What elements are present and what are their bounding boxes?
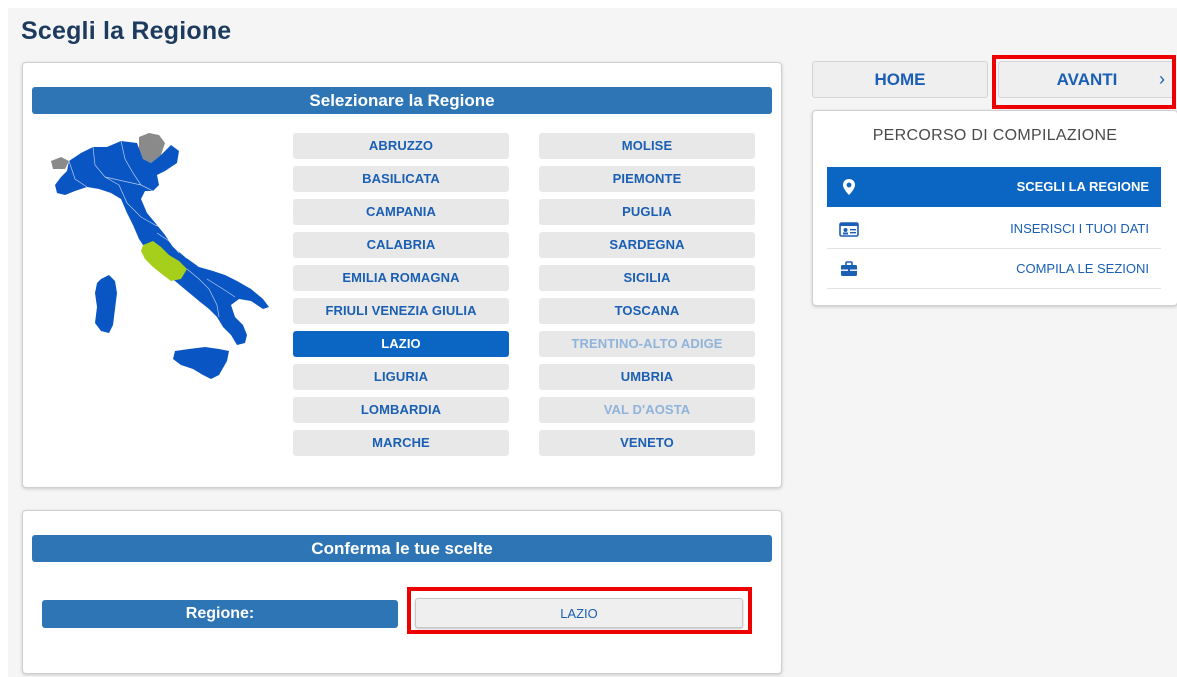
step-scegli-regione[interactable]: SCEGLI LA REGIONE bbox=[827, 167, 1161, 207]
region-button-campania[interactable]: CAMPANIA bbox=[293, 199, 509, 225]
region-selection-header: Selezionare la Regione bbox=[32, 87, 772, 114]
region-button-calabria[interactable]: CALABRIA bbox=[293, 232, 509, 258]
next-button[interactable]: AVANTI › bbox=[998, 61, 1176, 98]
region-button-val-d-aosta: VAL D'AOSTA bbox=[539, 397, 755, 423]
map-region-sicilia bbox=[173, 347, 229, 379]
region-button-veneto[interactable]: VENETO bbox=[539, 430, 755, 456]
region-button-trentino-alto-adige: TRENTINO-ALTO ADIGE bbox=[539, 331, 755, 357]
region-button-friuli-venezia-giulia[interactable]: FRIULI VENEZIA GIULIA bbox=[293, 298, 509, 324]
region-button-umbria[interactable]: UMBRIA bbox=[539, 364, 755, 390]
step-label: INSERISCI I TUOI DATI bbox=[1010, 221, 1149, 236]
region-button-basilicata[interactable]: BASILICATA bbox=[293, 166, 509, 192]
map-pin-icon bbox=[843, 179, 855, 195]
region-field-value[interactable]: LAZIO bbox=[415, 598, 743, 628]
confirm-card: Conferma le tue scelte Regione: LAZIO bbox=[22, 510, 782, 674]
page-title: Scegli la Regione bbox=[21, 17, 232, 45]
step-inserisci-dati[interactable]: INSERISCI I TUOI DATI bbox=[827, 209, 1161, 249]
region-button-sicilia[interactable]: SICILIA bbox=[539, 265, 755, 291]
region-button-liguria[interactable]: LIGURIA bbox=[293, 364, 509, 390]
home-button[interactable]: HOME bbox=[812, 61, 988, 98]
briefcase-icon bbox=[841, 261, 857, 276]
compilation-path-title: PERCORSO DI COMPILAZIONE bbox=[872, 127, 1118, 144]
step-label: SCEGLI LA REGIONE bbox=[1016, 179, 1149, 194]
step-label: COMPILA LE SEZIONI bbox=[1016, 261, 1149, 276]
region-button-emilia-romagna[interactable]: EMILIA ROMAGNA bbox=[293, 265, 509, 291]
region-button-piemonte[interactable]: PIEMONTE bbox=[539, 166, 755, 192]
chevron-right-icon: › bbox=[1159, 69, 1165, 89]
region-button-abruzzo[interactable]: ABRUZZO bbox=[293, 133, 509, 159]
id-card-icon bbox=[839, 222, 859, 237]
region-button-puglia[interactable]: PUGLIA bbox=[539, 199, 755, 225]
map-region-valdaosta bbox=[51, 157, 69, 169]
italy-map[interactable] bbox=[47, 129, 272, 391]
region-button-molise[interactable]: MOLISE bbox=[539, 133, 755, 159]
map-region-sardegna bbox=[95, 275, 117, 333]
map-region-mainland bbox=[55, 141, 269, 345]
region-field-label: Regione: bbox=[42, 600, 398, 628]
region-button-lombardia[interactable]: LOMBARDIA bbox=[293, 397, 509, 423]
next-button-label: AVANTI bbox=[1056, 70, 1118, 89]
region-button-toscana[interactable]: TOSCANA bbox=[539, 298, 755, 324]
region-button-sardegna[interactable]: SARDEGNA bbox=[539, 232, 755, 258]
step-compila-sezioni[interactable]: COMPILA LE SEZIONI bbox=[827, 249, 1161, 289]
region-button-lazio[interactable]: LAZIO bbox=[293, 331, 509, 357]
region-button-marche[interactable]: MARCHE bbox=[293, 430, 509, 456]
compilation-path-card: PERCORSO DI COMPILAZIONE SCEGLI LA REGIO… bbox=[812, 110, 1177, 306]
confirm-header: Conferma le tue scelte bbox=[32, 535, 772, 562]
region-selection-card: Selezionare la Regione ABRUZZO BASILICAT… bbox=[22, 62, 782, 488]
